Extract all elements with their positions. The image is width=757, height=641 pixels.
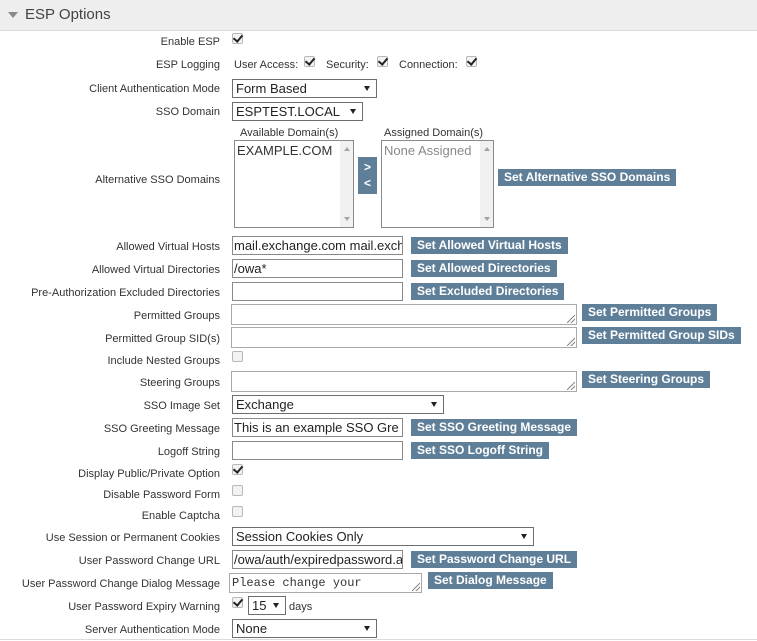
chevron-down-icon — [273, 603, 279, 608]
label-preauth-excluded-dirs: Pre-Authorization Excluded Directories — [31, 287, 220, 299]
available-domain-item[interactable]: EXAMPLE.COM — [237, 143, 332, 158]
expiry-days-select[interactable]: 15 — [248, 596, 286, 615]
label-include-nested-groups: Include Nested Groups — [107, 355, 220, 367]
client-auth-mode-select[interactable]: Form Based — [232, 79, 377, 98]
label-client-auth-mode: Client Authentication Mode — [89, 83, 220, 95]
available-domains-header: Available Domain(s) — [240, 127, 339, 139]
set-permitted-group-sids-button[interactable]: Set Permitted Group SIDs — [582, 327, 741, 344]
sso-image-set-select[interactable]: Exchange — [232, 395, 444, 414]
password-change-dialog-value: Please change your — [232, 576, 362, 590]
set-sso-logoff-button[interactable]: Set SSO Logoff String — [411, 442, 549, 459]
label-enable-esp: Enable ESP — [160, 36, 220, 48]
set-excluded-dirs-button[interactable]: Set Excluded Directories — [411, 283, 565, 300]
label-disable-password-form: Disable Password Form — [103, 489, 220, 501]
steering-groups-textarea[interactable] — [231, 371, 577, 392]
label-alt-sso-domains: Alternative SSO Domains — [95, 174, 220, 186]
label-sso-domain: SSO Domain — [155, 106, 220, 118]
scroll-up-icon[interactable] — [484, 147, 490, 151]
set-sso-greeting-button[interactable]: Set SSO Greeting Message — [411, 419, 578, 436]
chevron-down-icon — [364, 86, 370, 91]
sso-domain-value: ESPTEST.LOCAL — [236, 104, 341, 119]
expiry-days-value: 15 — [252, 598, 267, 613]
client-auth-mode-value: Form Based — [236, 81, 307, 96]
label-permitted-group-sids: Permitted Group SID(s) — [105, 333, 220, 345]
set-dialog-message-button[interactable]: Set Dialog Message — [428, 572, 553, 589]
chevron-down-icon — [364, 626, 370, 631]
scrollbar[interactable] — [480, 141, 493, 227]
sso-greeting-message-input[interactable]: This is an example SSO Gre — [232, 418, 403, 437]
password-change-dialog-textarea[interactable]: Please change your — [229, 573, 422, 593]
section-divider — [0, 639, 757, 640]
set-allowed-dirs-button[interactable]: Set Allowed Directories — [411, 260, 557, 277]
permitted-group-sids-textarea[interactable] — [231, 327, 577, 348]
sso-domain-select[interactable]: ESPTEST.LOCAL — [232, 102, 363, 121]
label-steering-groups: Steering Groups — [139, 377, 220, 389]
allowed-virtual-dirs-input[interactable]: /owa* — [232, 259, 403, 278]
label-display-public-private: Display Public/Private Option — [78, 468, 220, 480]
logoff-string-input[interactable] — [232, 441, 403, 460]
logging-connection-label: Connection: — [399, 59, 458, 71]
label-sso-image-set: SSO Image Set — [143, 400, 220, 412]
scroll-down-icon[interactable] — [344, 217, 350, 221]
resize-grip-icon[interactable] — [567, 338, 575, 346]
assigned-domains-placeholder: None Assigned — [384, 143, 472, 158]
display-public-private-checkbox[interactable] — [232, 464, 243, 475]
resize-grip-icon[interactable] — [412, 583, 420, 591]
logging-user-access-label: User Access: — [234, 59, 299, 71]
disable-password-form-checkbox[interactable] — [232, 485, 243, 496]
allowed-virtual-hosts-input[interactable]: mail.exchange.com mail.exch — [232, 236, 403, 255]
logging-connection-checkbox[interactable] — [466, 56, 477, 67]
section-header[interactable]: ESP Options — [0, 0, 757, 31]
label-permitted-groups: Permitted Groups — [133, 310, 220, 322]
logging-security-label: Security: — [326, 59, 369, 71]
enable-captcha-checkbox[interactable] — [232, 506, 243, 517]
cookies-value: Session Cookies Only — [236, 529, 364, 544]
assigned-domains-list[interactable]: None Assigned — [381, 140, 494, 228]
label-logoff-string: Logoff String — [157, 446, 220, 458]
collapse-triangle-icon[interactable] — [8, 12, 18, 18]
logging-security-checkbox[interactable] — [377, 56, 388, 67]
password-expiry-warning-checkbox[interactable] — [232, 597, 243, 608]
preauth-excluded-dirs-input[interactable] — [232, 282, 403, 301]
available-domains-list[interactable]: EXAMPLE.COM — [234, 140, 354, 228]
chevron-down-icon — [350, 109, 356, 114]
permitted-groups-textarea[interactable] — [231, 304, 577, 325]
set-allowed-virtual-hosts-button[interactable]: Set Allowed Virtual Hosts — [411, 237, 568, 254]
cookies-select[interactable]: Session Cookies Only — [232, 527, 534, 546]
set-alt-sso-domains-button[interactable]: Set Alternative SSO Domains — [498, 169, 677, 186]
set-permitted-groups-button[interactable]: Set Permitted Groups — [582, 304, 718, 321]
assigned-domains-header: Assigned Domain(s) — [384, 127, 484, 139]
label-password-expiry-warning: User Password Expiry Warning — [68, 601, 220, 613]
label-server-auth-mode: Server Authentication Mode — [84, 624, 220, 636]
label-sso-greeting-message: SSO Greeting Message — [103, 423, 220, 435]
label-esp-logging: ESP Logging — [155, 59, 220, 71]
chevron-down-icon — [521, 534, 527, 539]
label-allowed-virtual-dirs: Allowed Virtual Directories — [91, 264, 220, 276]
chevron-down-icon — [431, 402, 437, 407]
include-nested-groups-checkbox[interactable] — [232, 351, 243, 362]
label-allowed-virtual-hosts: Allowed Virtual Hosts — [116, 241, 220, 253]
label-enable-captcha: Enable Captcha — [141, 510, 220, 522]
set-password-change-url-button[interactable]: Set Password Change URL — [411, 551, 578, 568]
resize-grip-icon[interactable] — [567, 315, 575, 323]
scroll-down-icon[interactable] — [484, 217, 490, 221]
server-auth-mode-value: None — [236, 621, 268, 636]
set-steering-groups-button[interactable]: Set Steering Groups — [582, 371, 711, 388]
logging-user-access-checkbox[interactable] — [304, 56, 315, 67]
move-right-button[interactable]: > — [358, 159, 377, 175]
move-domain-buttons[interactable]: > < — [358, 157, 377, 194]
sso-image-set-value: Exchange — [236, 397, 294, 412]
enable-esp-checkbox[interactable] — [232, 33, 243, 44]
server-auth-mode-select[interactable]: None — [232, 619, 377, 638]
label-session-permanent-cookies: Use Session or Permanent Cookies — [45, 532, 220, 544]
scrollbar[interactable] — [340, 141, 353, 227]
move-left-button[interactable]: < — [358, 175, 377, 191]
scroll-up-icon[interactable] — [344, 147, 350, 151]
label-password-change-url: User Password Change URL — [78, 555, 220, 567]
password-change-url-input[interactable]: /owa/auth/expiredpassword.a — [232, 550, 403, 569]
days-unit-label: days — [289, 601, 313, 613]
section-title: ESP Options — [25, 6, 111, 23]
resize-grip-icon[interactable] — [567, 382, 575, 390]
label-password-change-dialog: User Password Change Dialog Message — [21, 578, 220, 590]
